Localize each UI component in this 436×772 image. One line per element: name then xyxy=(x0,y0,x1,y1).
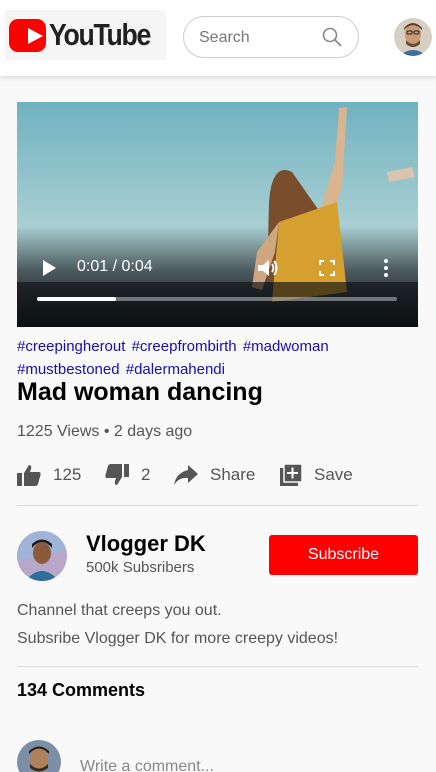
hashtag-list: #creepingherout #creepfrombirth #madwoma… xyxy=(17,335,417,381)
channel-name[interactable]: Vlogger DK xyxy=(86,531,206,557)
search-box[interactable] xyxy=(183,16,359,58)
hashtag-link[interactable]: #dalermahendi xyxy=(126,361,225,378)
commenter-avatar xyxy=(17,740,61,772)
subscriber-count: 500k Subsribers xyxy=(86,559,195,576)
more-options-icon[interactable] xyxy=(383,258,389,278)
description-line: Channel that creeps you out. xyxy=(17,602,222,619)
hashtag-link[interactable]: #mustbestoned xyxy=(17,361,120,378)
thumbs-down-icon xyxy=(105,464,129,485)
divider xyxy=(17,505,418,506)
share-arrow-icon xyxy=(174,465,198,485)
channel-avatar[interactable] xyxy=(17,531,67,581)
logo-text: YouTube xyxy=(48,17,151,52)
progress-bar[interactable] xyxy=(37,297,397,301)
search-icon[interactable] xyxy=(322,27,342,47)
subscribe-button[interactable]: Subscribe xyxy=(269,535,418,575)
play-logo-icon xyxy=(9,18,46,52)
progress-fill xyxy=(37,297,117,301)
action-bar: 125 2 Share Save xyxy=(17,460,417,490)
play-icon[interactable] xyxy=(41,259,57,277)
fullscreen-icon[interactable] xyxy=(319,260,335,276)
share-label: Share xyxy=(210,465,256,484)
dislike-count: 2 xyxy=(141,465,151,484)
video-player[interactable]: 0:01 / 0:04 xyxy=(17,102,418,327)
channel-description: Channel that creeps you out. Subsribe Vl… xyxy=(17,597,338,653)
hashtag-link[interactable]: #madwoman xyxy=(243,338,329,355)
video-meta: 1225 Views • 2 days ago xyxy=(17,423,193,440)
comments-heading: 134 Comments xyxy=(17,680,146,700)
like-count: 125 xyxy=(53,465,82,484)
video-frame xyxy=(17,102,418,327)
dislike-button[interactable]: 2 xyxy=(105,460,150,490)
like-button[interactable]: 125 xyxy=(17,460,81,490)
video-time: 0:01 / 0:04 xyxy=(77,258,153,275)
video-title: Mad woman dancing xyxy=(17,378,263,406)
youtube-logo[interactable]: YouTube xyxy=(5,10,166,60)
description-line: Subsribe Vlogger DK for more creepy vide… xyxy=(17,630,339,647)
top-header: YouTube xyxy=(0,0,436,76)
hashtag-link[interactable]: #creepfrombirth xyxy=(132,338,237,355)
comment-input[interactable] xyxy=(80,756,410,772)
thumbs-up-icon xyxy=(17,465,41,486)
divider xyxy=(17,666,418,667)
playlist-add-icon xyxy=(280,464,302,486)
hashtag-link[interactable]: #creepingherout xyxy=(17,338,125,355)
share-button[interactable]: Share xyxy=(174,460,255,490)
user-avatar[interactable] xyxy=(394,18,432,56)
save-button[interactable]: Save xyxy=(280,460,353,490)
save-label: Save xyxy=(314,465,353,484)
search-input[interactable] xyxy=(199,27,319,49)
volume-icon[interactable] xyxy=(257,258,279,278)
